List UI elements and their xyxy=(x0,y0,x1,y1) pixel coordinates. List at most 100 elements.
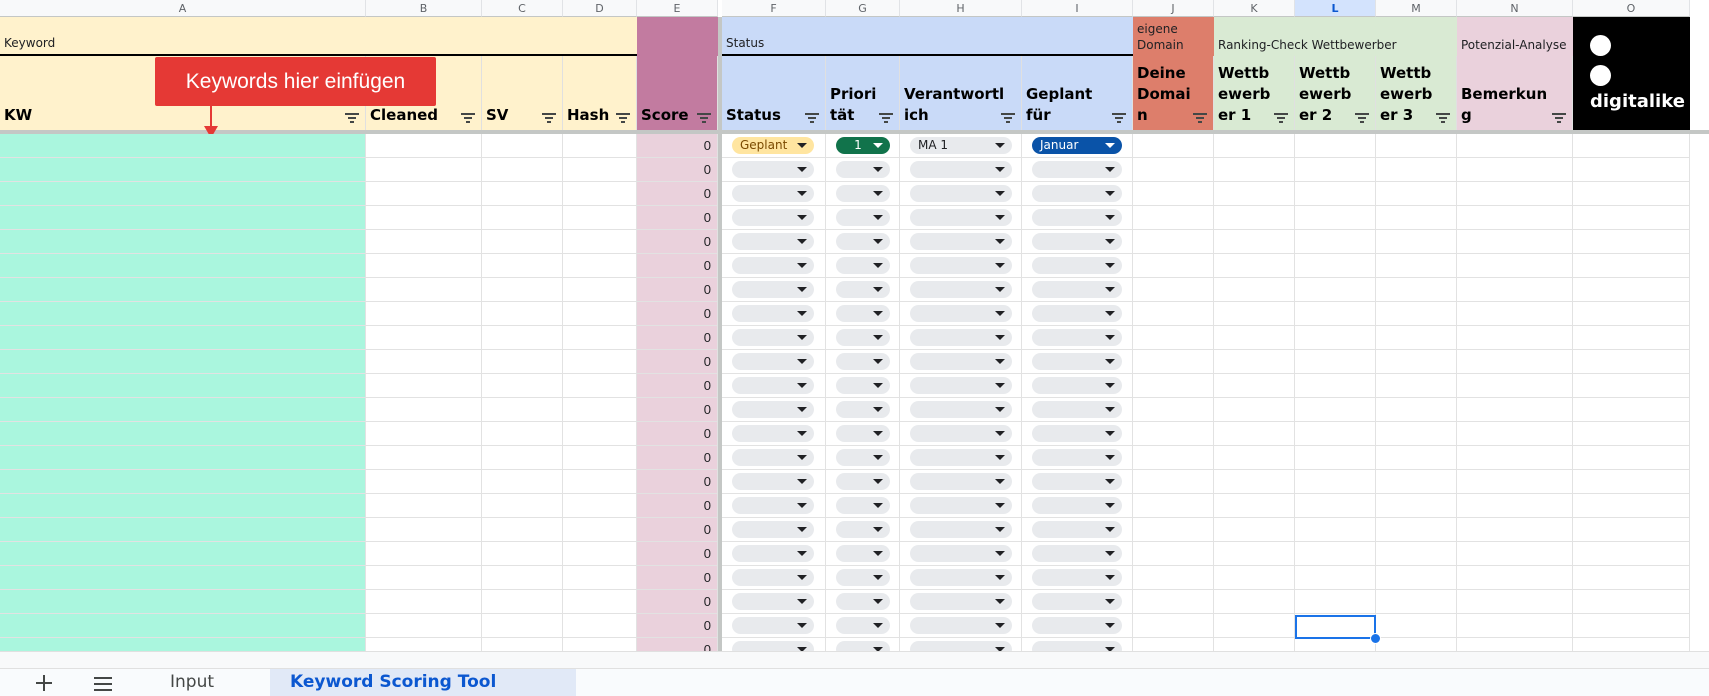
grid-cell[interactable] xyxy=(900,494,1022,518)
grid-cell[interactable] xyxy=(826,446,900,470)
prioritaet-dropdown-chip[interactable] xyxy=(836,425,890,442)
grid-cell[interactable] xyxy=(1133,206,1214,230)
grid-cell[interactable] xyxy=(1457,542,1573,566)
grid-cell[interactable] xyxy=(1022,590,1133,614)
filter-icon[interactable] xyxy=(1355,113,1369,124)
grid-cell[interactable] xyxy=(1214,590,1295,614)
geplant-fuer-dropdown-chip[interactable] xyxy=(1032,449,1122,466)
prioritaet-dropdown-chip[interactable] xyxy=(836,281,890,298)
grid-cell[interactable]: MA 1 xyxy=(900,134,1022,158)
grid-cell[interactable] xyxy=(1022,566,1133,590)
grid-cell[interactable] xyxy=(482,446,563,470)
column-header-N[interactable]: N xyxy=(1457,0,1573,17)
grid-cell[interactable] xyxy=(1295,254,1376,278)
grid-cell[interactable] xyxy=(0,446,366,470)
grid-cell[interactable] xyxy=(900,350,1022,374)
grid-cell[interactable] xyxy=(826,542,900,566)
status-dropdown-chip[interactable] xyxy=(732,593,814,610)
grid-cell[interactable] xyxy=(366,542,482,566)
verantwortlich-dropdown-chip[interactable] xyxy=(910,497,1012,514)
geplant-fuer-dropdown-chip[interactable] xyxy=(1032,305,1122,322)
score-cell[interactable]: 0 xyxy=(637,446,718,470)
grid-cell[interactable] xyxy=(1295,302,1376,326)
grid-cell[interactable] xyxy=(0,566,366,590)
grid-cell[interactable] xyxy=(1376,182,1457,206)
grid-cell[interactable] xyxy=(563,158,637,182)
grid-cell[interactable] xyxy=(826,158,900,182)
grid-cell[interactable] xyxy=(722,278,826,302)
grid-cell[interactable] xyxy=(1573,158,1690,182)
grid-cell[interactable] xyxy=(1295,566,1376,590)
grid-cell[interactable] xyxy=(563,542,637,566)
grid-cell[interactable] xyxy=(1133,278,1214,302)
grid-cell[interactable] xyxy=(366,158,482,182)
verantwortlich-dropdown-chip[interactable] xyxy=(910,233,1012,250)
horizontal-scrollbar[interactable] xyxy=(0,651,1709,668)
grid-cell[interactable] xyxy=(826,494,900,518)
grid-cell[interactable] xyxy=(1457,206,1573,230)
verantwortlich-dropdown-chip[interactable] xyxy=(910,353,1012,370)
grid-cell[interactable] xyxy=(0,614,366,638)
grid-cell[interactable] xyxy=(722,230,826,254)
grid-cell[interactable] xyxy=(900,206,1022,230)
prioritaet-dropdown-chip[interactable] xyxy=(836,257,890,274)
grid-cell[interactable] xyxy=(563,134,637,158)
verantwortlich-dropdown-chip[interactable] xyxy=(910,449,1012,466)
grid-cell[interactable] xyxy=(1376,566,1457,590)
grid-cell[interactable] xyxy=(482,542,563,566)
grid-cell[interactable] xyxy=(0,134,366,158)
status-dropdown-chip[interactable] xyxy=(732,521,814,538)
grid-cell[interactable] xyxy=(1457,398,1573,422)
header-wettbewerber-3[interactable]: Wettb ewerb er 3 xyxy=(1376,56,1457,130)
grid-cell[interactable] xyxy=(1022,494,1133,518)
grid-cell[interactable] xyxy=(1133,254,1214,278)
filter-icon[interactable] xyxy=(616,113,630,124)
grid-cell[interactable] xyxy=(0,182,366,206)
geplant-fuer-dropdown-chip[interactable] xyxy=(1032,353,1122,370)
grid-cell[interactable]: Geplant xyxy=(722,134,826,158)
geplant-fuer-dropdown-chip[interactable] xyxy=(1032,209,1122,226)
potenzial-group-header[interactable]: Potenzial-Analyse xyxy=(1457,17,1573,56)
grid-cell[interactable] xyxy=(0,494,366,518)
status-dropdown-chip[interactable] xyxy=(732,329,814,346)
grid-cell[interactable] xyxy=(1457,254,1573,278)
grid-cell[interactable] xyxy=(1214,302,1295,326)
grid-cell[interactable] xyxy=(1214,446,1295,470)
header-deine-domain[interactable]: Deine Domai n xyxy=(1133,56,1214,130)
score-cell[interactable]: 0 xyxy=(637,590,718,614)
grid-cell[interactable]: 1 xyxy=(826,134,900,158)
grid-cell[interactable] xyxy=(1133,374,1214,398)
grid-cell[interactable] xyxy=(366,206,482,230)
grid-cell[interactable] xyxy=(1295,470,1376,494)
grid-cell[interactable] xyxy=(1457,302,1573,326)
grid-cell[interactable] xyxy=(826,398,900,422)
grid-cell[interactable] xyxy=(826,350,900,374)
geplant-fuer-dropdown-chip[interactable] xyxy=(1032,257,1122,274)
grid-cell[interactable] xyxy=(1022,158,1133,182)
grid-cell[interactable] xyxy=(900,566,1022,590)
grid-cell[interactable] xyxy=(722,182,826,206)
verantwortlich-dropdown-chip[interactable] xyxy=(910,185,1012,202)
score-cell[interactable]: 0 xyxy=(637,254,718,278)
geplant-fuer-dropdown-chip[interactable] xyxy=(1032,569,1122,586)
grid-cell[interactable] xyxy=(722,254,826,278)
grid-cell[interactable] xyxy=(563,230,637,254)
grid-cell[interactable] xyxy=(0,422,366,446)
grid-cell[interactable] xyxy=(1376,350,1457,374)
grid-cell[interactable] xyxy=(900,398,1022,422)
column-header-I[interactable]: I xyxy=(1022,0,1133,17)
score-cell[interactable]: 0 xyxy=(637,470,718,494)
geplant-fuer-dropdown-chip[interactable] xyxy=(1032,161,1122,178)
column-header-O[interactable]: O xyxy=(1573,0,1690,17)
grid-cell[interactable] xyxy=(366,614,482,638)
grid-cell[interactable] xyxy=(1457,182,1573,206)
verantwortlich-dropdown-chip[interactable]: MA 1 xyxy=(910,137,1012,154)
grid-cell[interactable] xyxy=(1376,398,1457,422)
grid-cell[interactable] xyxy=(1295,182,1376,206)
grid-cell[interactable] xyxy=(482,302,563,326)
grid-cell[interactable] xyxy=(0,542,366,566)
grid-cell[interactable] xyxy=(1214,566,1295,590)
header-status[interactable]: Status xyxy=(722,56,826,130)
grid-cell[interactable] xyxy=(366,302,482,326)
geplant-fuer-dropdown-chip[interactable] xyxy=(1032,401,1122,418)
